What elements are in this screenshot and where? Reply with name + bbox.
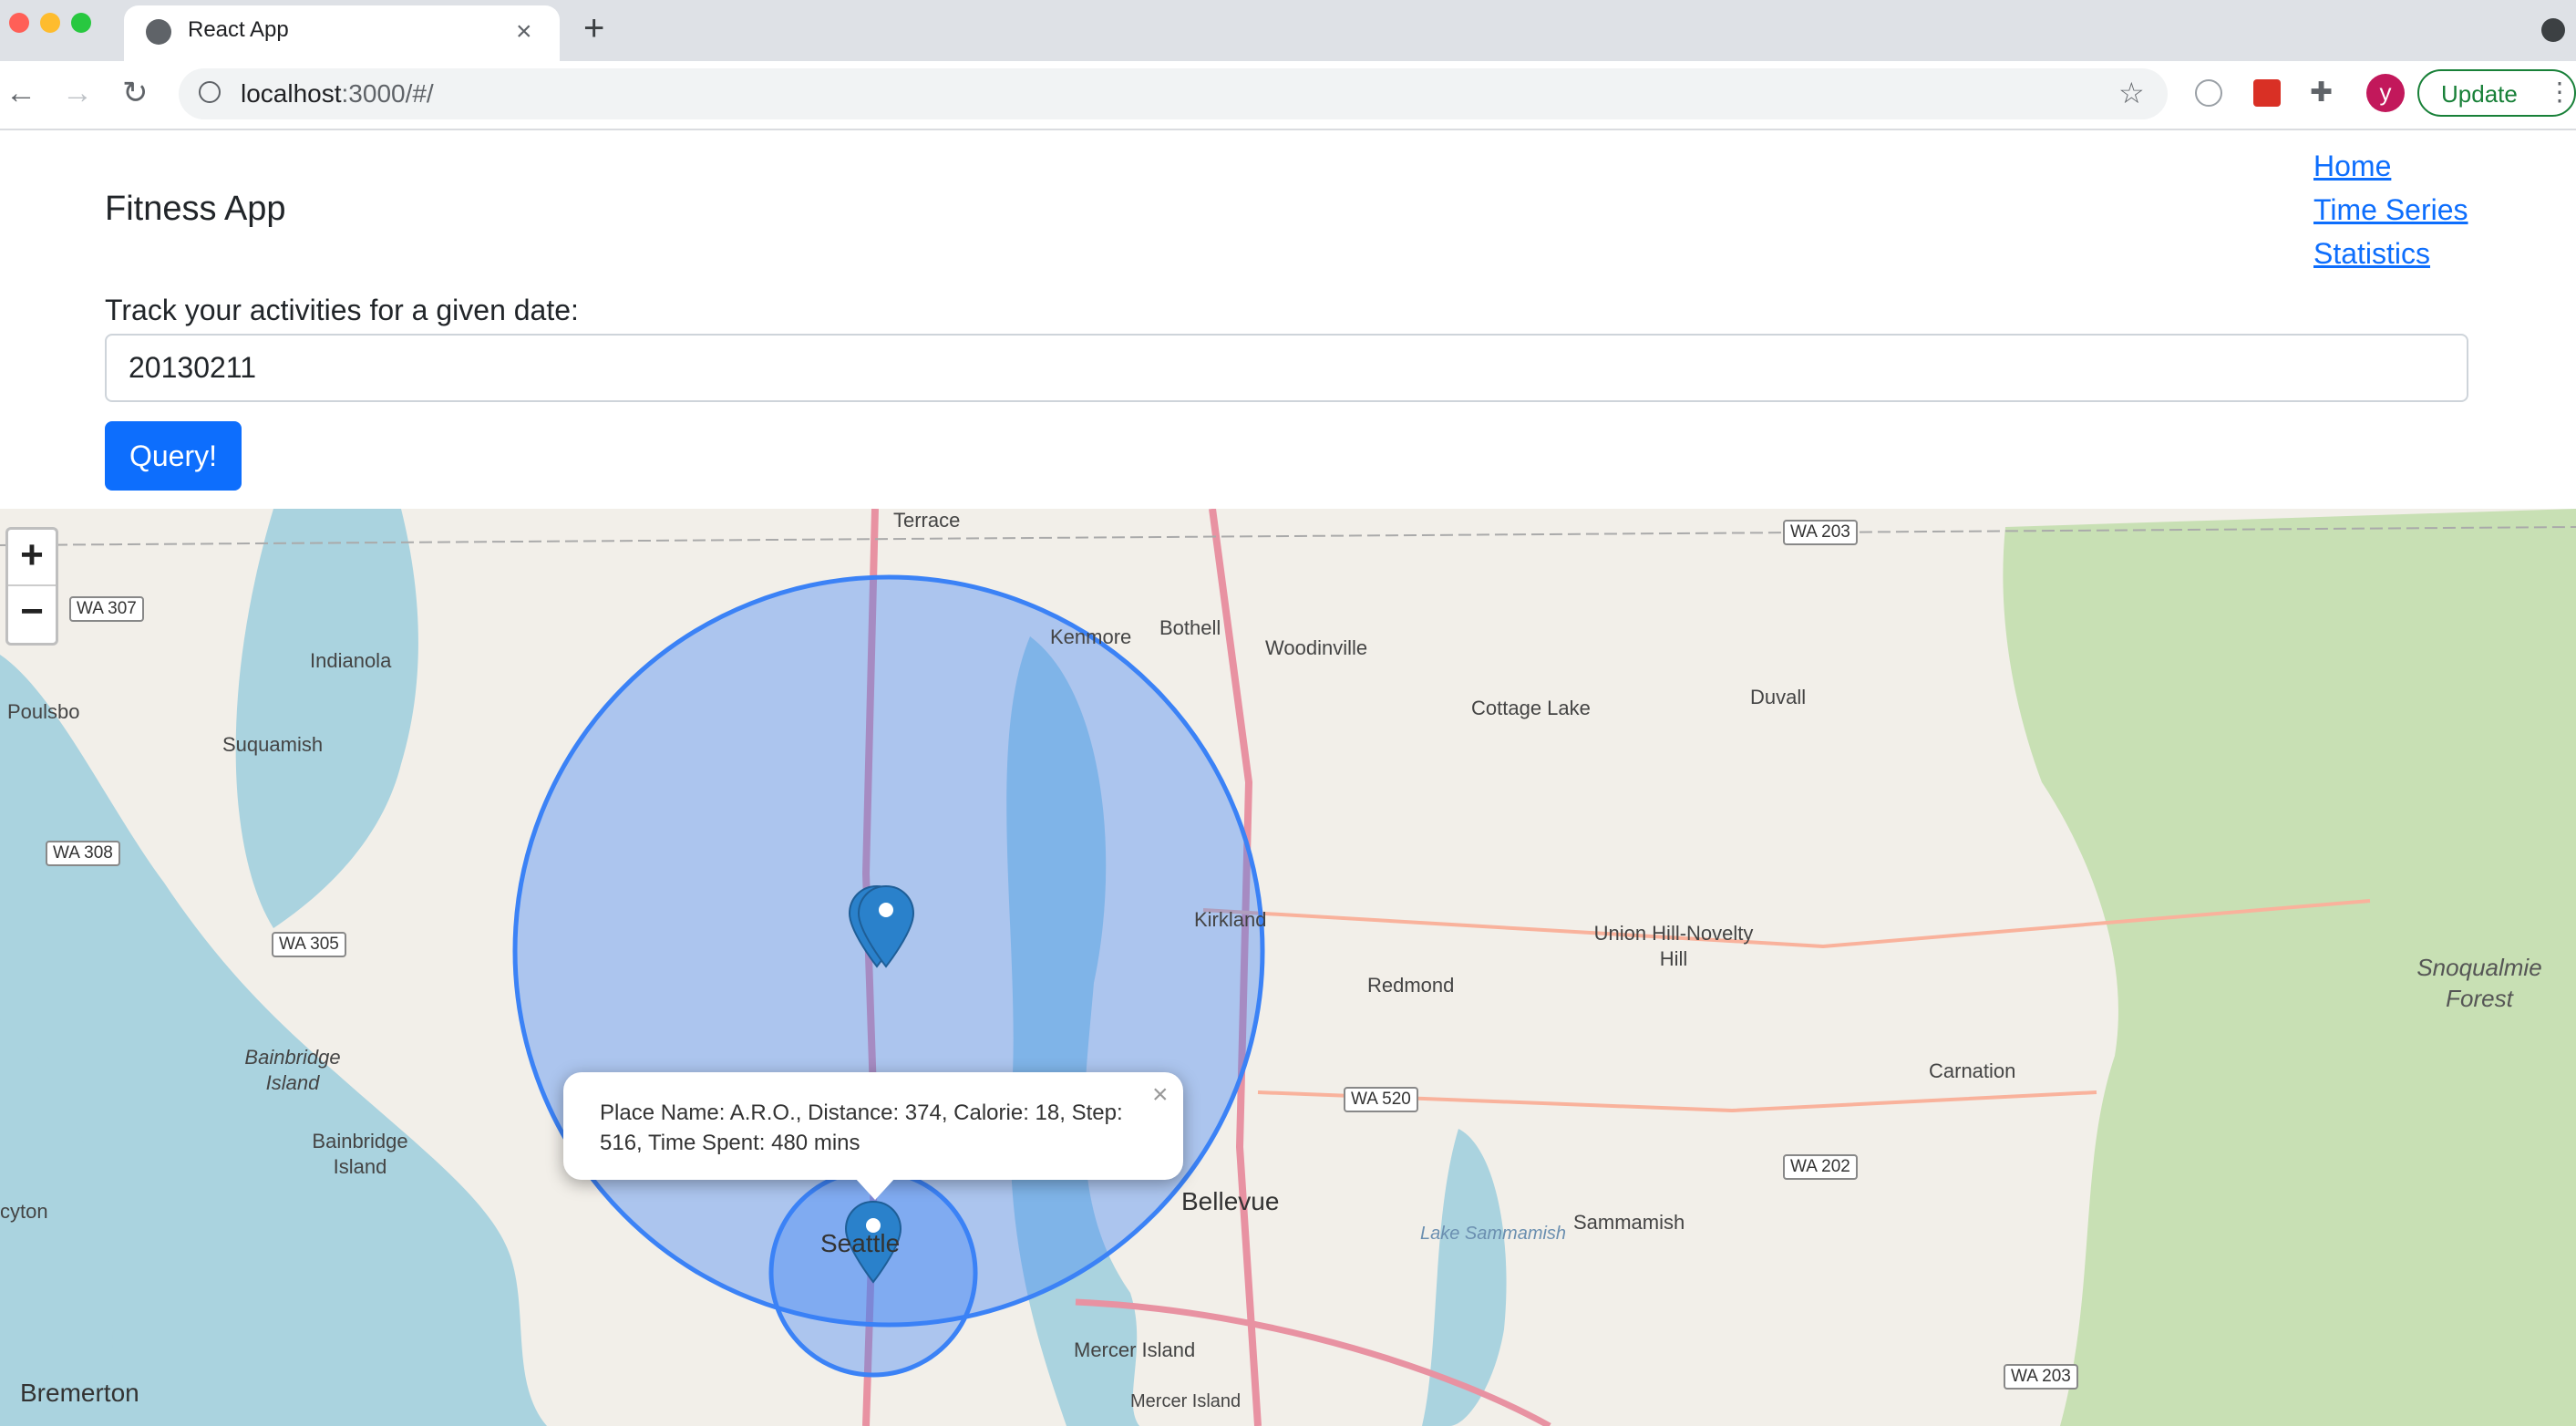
nav-link-home[interactable]: Home: [2313, 150, 2391, 183]
globe-icon: [146, 19, 171, 45]
browser-toolbar: ← → ↻ localhost:3000/#/ ☆ ✚ y Update ⋮: [0, 61, 2576, 130]
browser-tab-bar: React App × +: [0, 0, 2576, 61]
query-button[interactable]: Query!: [105, 421, 242, 491]
place-label: Redmond: [1367, 974, 1455, 997]
popup-tip: [855, 1178, 895, 1200]
reload-icon[interactable]: ↻: [122, 78, 149, 108]
place-label: Cottage Lake: [1471, 697, 1591, 719]
new-tab-button[interactable]: +: [583, 10, 604, 46]
nav-link-statistics[interactable]: Statistics: [2313, 237, 2430, 271]
place-label: Bellevue: [1181, 1187, 1280, 1215]
route-shield: WA 203: [2004, 1364, 2078, 1390]
puzzle-icon[interactable]: ✚: [2310, 78, 2333, 108]
update-label: Update: [2441, 80, 2518, 108]
region-label: Snoqualmie Forest: [2416, 954, 2542, 1012]
place-label: Duvall: [1750, 686, 1807, 708]
map[interactable]: Terrace Kenmore Bothell Woodinville Indi…: [0, 509, 2576, 1426]
map-marker[interactable]: [853, 883, 919, 970]
map-popup: Place Name: A.R.O., Distance: 374, Calor…: [563, 1072, 1183, 1180]
place-label: Bremerton: [20, 1379, 139, 1407]
route-shield: WA 520: [1344, 1087, 1418, 1112]
place-label: Seattle: [820, 1229, 901, 1257]
tab-title: React App: [188, 17, 289, 42]
menu-icon[interactable]: ⋮: [2547, 77, 2572, 107]
popup-close-icon[interactable]: ×: [1152, 1080, 1169, 1111]
route-shield: WA 307: [69, 596, 144, 622]
extension-red-icon[interactable]: [2253, 79, 2281, 107]
nav-link-time-series[interactable]: Time Series: [2313, 193, 2468, 227]
route-shield: WA 203: [1783, 520, 1858, 545]
place-label: cyton: [0, 1200, 48, 1223]
close-tab-icon[interactable]: ×: [516, 16, 532, 47]
date-input[interactable]: [105, 334, 2468, 402]
water-label: Lake Sammamish: [1420, 1224, 1567, 1244]
place-label: Bothell: [1159, 616, 1221, 639]
place-label: Kenmore: [1050, 625, 1132, 648]
info-icon[interactable]: [199, 81, 221, 103]
back-icon[interactable]: ←: [5, 78, 36, 108]
place-label: Suquamish: [222, 733, 324, 756]
place-label: Mercer Island: [1130, 1391, 1242, 1411]
browser-tab[interactable]: React App ×: [124, 5, 560, 61]
route-shield: WA 305: [272, 932, 346, 957]
route-shield: WA 202: [1783, 1154, 1858, 1180]
maximize-window-button[interactable]: [71, 13, 91, 33]
forward-icon[interactable]: →: [62, 78, 93, 108]
close-window-button[interactable]: [9, 13, 29, 33]
url-text: localhost:3000/#/: [241, 79, 434, 108]
page-title: Fitness App: [105, 190, 286, 228]
place-label: Bainbridge Island: [244, 1046, 341, 1094]
place-label: Kirkland: [1194, 908, 1267, 931]
place-label: Sammamish: [1573, 1211, 1685, 1234]
place-label: Carnation: [1929, 1059, 2016, 1082]
url-host: localhost: [241, 79, 342, 108]
url-path: :3000/#/: [341, 79, 434, 108]
minimize-window-button[interactable]: [40, 13, 60, 33]
zoom-out-button[interactable]: −: [8, 586, 56, 641]
place-label: Mercer Island: [1074, 1338, 1196, 1361]
zoom-control: + −: [5, 527, 58, 646]
zoom-in-button[interactable]: +: [8, 530, 56, 586]
place-label: Terrace: [893, 509, 961, 532]
place-label: Bainbridge Island: [312, 1130, 408, 1178]
tab-search-icon[interactable]: [2541, 18, 2565, 42]
date-label: Track your activities for a given date:: [105, 294, 579, 326]
route-shield: WA 308: [46, 841, 120, 866]
update-button[interactable]: Update ⋮: [2417, 69, 2576, 117]
star-icon[interactable]: ☆: [2118, 78, 2145, 108]
extension-icon[interactable]: [2195, 79, 2222, 107]
profile-avatar[interactable]: y: [2366, 74, 2405, 112]
popup-content: Place Name: A.R.O., Distance: 374, Calor…: [600, 1100, 1123, 1155]
address-bar[interactable]: localhost:3000/#/ ☆: [179, 68, 2168, 119]
place-label: Woodinville: [1265, 636, 1368, 659]
place-label: Union Hill-Novelty Hill: [1593, 922, 1754, 970]
place-label: Indianola: [310, 649, 392, 672]
place-label: Poulsbo: [7, 700, 80, 723]
